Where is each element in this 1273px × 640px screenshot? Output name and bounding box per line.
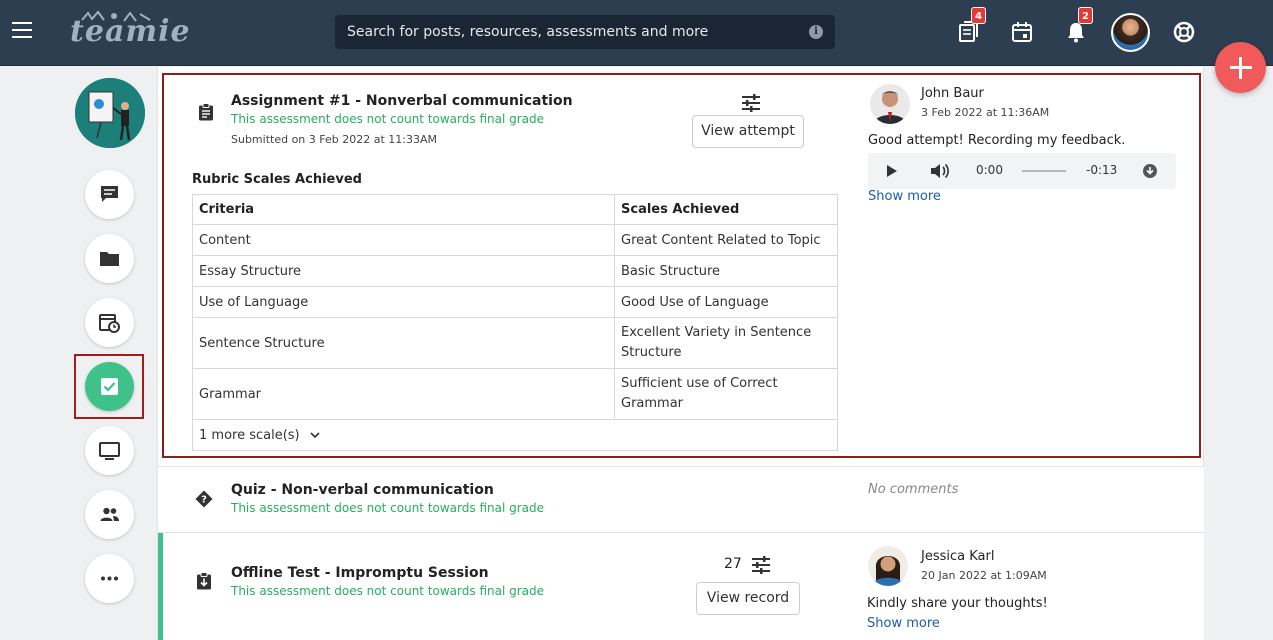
folder-icon: [100, 252, 119, 266]
svg-text:?: ?: [201, 495, 207, 506]
classroom-image[interactable]: [75, 78, 145, 148]
newsfeed-badge: 4: [971, 7, 986, 24]
chevron-down-icon: [310, 431, 320, 438]
view-attempt-button[interactable]: View attempt: [692, 115, 804, 148]
add-button[interactable]: [1215, 42, 1266, 93]
audio-remaining-time: -0:13: [1086, 163, 1118, 177]
play-icon[interactable]: [886, 164, 898, 178]
assessment-title[interactable]: Offline Test - Impromptu Session: [231, 565, 489, 581]
more-scales-cell[interactable]: 1 more scale(s): [192, 419, 838, 451]
help-button[interactable]: [1172, 20, 1196, 44]
criteria-cell: Essay Structure: [192, 255, 615, 287]
rail-present-button[interactable]: [85, 426, 134, 475]
scale-cell: Sufficient use of Correct Grammar: [614, 368, 838, 420]
rail-people-button[interactable]: [85, 490, 134, 539]
table-row: 1 more scale(s): [192, 419, 838, 451]
calendar-icon: [1012, 22, 1032, 42]
chat-icon: [101, 186, 118, 202]
download-icon[interactable]: [1142, 163, 1158, 179]
grade-note: This assessment does not count towards f…: [231, 501, 545, 515]
scale-cell: Good Use of Language: [614, 286, 838, 318]
info-icon[interactable]: i: [809, 25, 823, 39]
criteria-cell: Use of Language: [192, 286, 615, 318]
commenter-avatar[interactable]: [870, 84, 910, 124]
monitor-icon: [99, 442, 120, 460]
no-comments-label: No comments: [868, 482, 959, 497]
tune-icon: [751, 555, 771, 575]
teamie-logo[interactable]: teamie: [70, 10, 190, 52]
calendar-clock-icon: [99, 314, 120, 333]
presenter-illustration: [75, 78, 145, 148]
table-row: Essay Structure Basic Structure: [192, 255, 838, 287]
audio-player: 0:00 -0:13: [868, 153, 1176, 189]
status-accent-bar: [158, 533, 163, 640]
user-avatar[interactable]: [1111, 13, 1150, 52]
active-section-highlight: [74, 354, 144, 419]
rail-resources-button[interactable]: [85, 234, 134, 283]
show-more-link[interactable]: Show more: [867, 616, 940, 631]
rubric-heading: Rubric Scales Achieved: [192, 172, 362, 187]
classroom-sidebar: [0, 67, 157, 640]
rubric-table: Criteria Scales Achieved Content Great C…: [192, 194, 838, 451]
notifications-button[interactable]: 2: [1064, 7, 1093, 44]
view-record-button[interactable]: View record: [696, 582, 800, 615]
more-scales-toggle[interactable]: 1 more scale(s): [199, 428, 300, 443]
comment-text: Good attempt! Recording my feedback.: [868, 133, 1126, 148]
table-row: Grammar Sufficient use of Correct Gramma…: [192, 368, 838, 420]
download-clipboard-icon: [195, 572, 213, 590]
logo-doodle: [81, 10, 151, 22]
commenter-name[interactable]: Jessica Karl: [921, 549, 994, 564]
more-dots-icon: [101, 576, 118, 581]
column-header-criteria: Criteria: [192, 194, 615, 225]
rubric-header-row: Criteria Scales Achieved: [192, 194, 838, 225]
grade-note: This assessment does not count towards f…: [231, 112, 545, 126]
table-row: Content Great Content Related to Topic: [192, 224, 838, 256]
criteria-cell: Grammar: [192, 368, 615, 420]
show-more-link[interactable]: Show more: [868, 189, 941, 204]
rail-more-button[interactable]: [85, 554, 134, 603]
tune-icon: [741, 93, 761, 113]
audio-progress-track[interactable]: [1022, 170, 1066, 172]
assessment-card-offline-test: Offline Test - Impromptu Session This as…: [158, 533, 1204, 640]
comment-text: Kindly share your thoughts!: [867, 596, 1048, 611]
search-input[interactable]: [335, 15, 795, 49]
comment-date: 20 Jan 2022 at 1:09AM: [921, 569, 1047, 582]
volume-icon[interactable]: [930, 163, 950, 179]
table-row: Sentence Structure Excellent Variety in …: [192, 317, 838, 369]
assessment-title[interactable]: Quiz - Non-verbal communication: [231, 482, 494, 498]
rail-calendar-button[interactable]: [85, 298, 134, 347]
people-icon: [100, 507, 119, 521]
commenter-name[interactable]: John Baur: [921, 86, 984, 101]
quiz-question-icon: ?: [195, 490, 213, 508]
comment-date: 3 Feb 2022 at 11:36AM: [921, 106, 1050, 119]
global-search: i: [335, 15, 835, 49]
score-value: 27: [724, 556, 742, 572]
rail-posts-button[interactable]: [85, 170, 134, 219]
assessment-title[interactable]: Assignment #1 - Nonverbal communication: [231, 93, 573, 109]
audio-current-time: 0:00: [976, 163, 1003, 177]
assessment-card-assignment: Assignment #1 - Nonverbal communication …: [162, 73, 1201, 458]
grade-note: This assessment does not count towards f…: [231, 584, 545, 598]
notifications-badge: 2: [1078, 7, 1093, 24]
scale-cell: Basic Structure: [614, 255, 838, 287]
criteria-cell: Sentence Structure: [192, 317, 615, 369]
commenter-avatar[interactable]: [868, 546, 908, 586]
scale-cell: Excellent Variety in Sentence Structure: [614, 317, 838, 369]
clipboard-icon: [197, 103, 215, 121]
lifebuoy-icon: [1173, 21, 1195, 43]
criteria-cell: Content: [192, 224, 615, 256]
scale-cell: Great Content Related to Topic: [614, 224, 838, 256]
hamburger-menu-icon[interactable]: [12, 22, 32, 38]
newsfeed-button[interactable]: 4: [957, 7, 986, 44]
assessments-list: Assignment #1 - Nonverbal communication …: [157, 67, 1204, 640]
calendar-button[interactable]: [1010, 20, 1034, 44]
submitted-date: Submitted on 3 Feb 2022 at 11:33AM: [231, 133, 438, 146]
table-row: Use of Language Good Use of Language: [192, 286, 838, 318]
assessment-card-quiz: ? Quiz - Non-verbal communication This a…: [158, 466, 1204, 533]
column-header-scales: Scales Achieved: [614, 194, 838, 225]
top-navigation-bar: teamie i 4 2: [0, 0, 1273, 66]
